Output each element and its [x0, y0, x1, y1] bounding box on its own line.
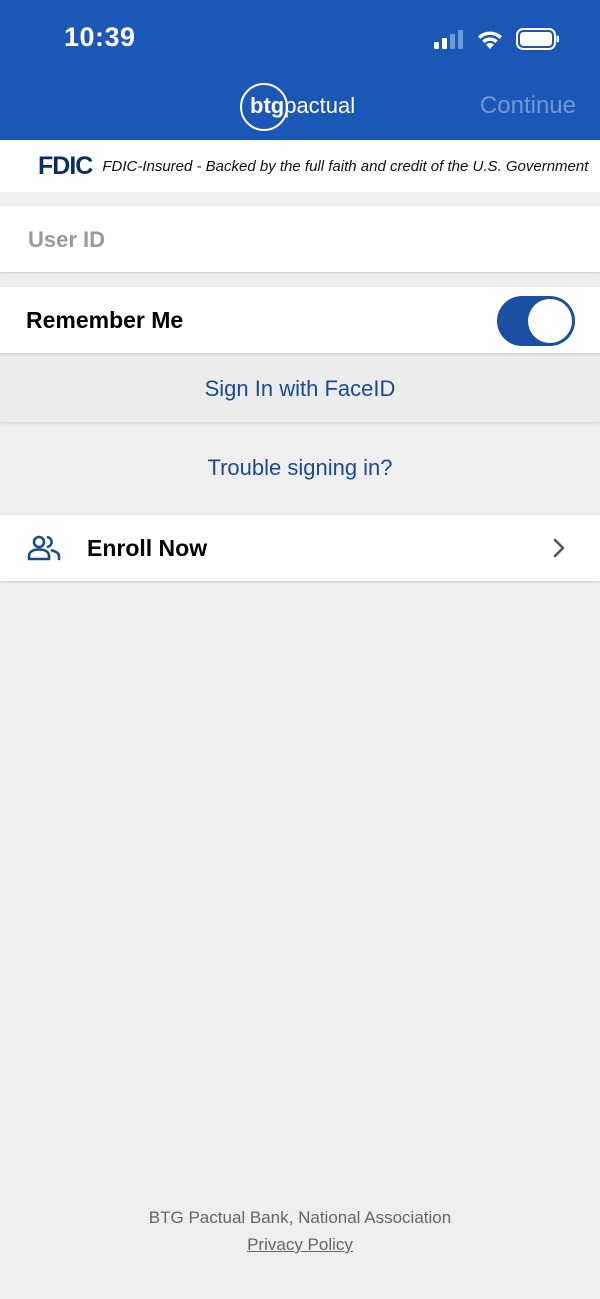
footer-privacy-wrapper: Privacy Policy	[0, 1235, 600, 1255]
fdic-text: FDIC-Insured - Backed by the full faith …	[102, 157, 589, 175]
status-icons	[434, 28, 560, 50]
remember-me-toggle[interactable]	[497, 296, 575, 346]
user-id-input[interactable]	[26, 206, 570, 274]
footer-bank-name: BTG Pactual Bank, National Association	[148, 1208, 452, 1227]
wifi-icon	[478, 31, 502, 49]
battery-icon	[516, 28, 559, 50]
trouble-signing-in-link[interactable]: Trouble signing in?	[0, 445, 600, 491]
people-icon	[27, 535, 61, 561]
remember-me-label: Remember Me	[26, 307, 184, 333]
continue-button[interactable]: Continue	[480, 92, 576, 120]
status-time: 10:39	[64, 22, 136, 52]
user-id-card	[0, 206, 600, 274]
enroll-now-row[interactable]: Enroll Now	[0, 515, 600, 581]
chevron-right-icon	[553, 538, 565, 558]
btg-pactual-logo: btgpactual	[240, 83, 355, 131]
logo-pactual-text: pactual	[284, 93, 356, 118]
toggle-knob	[528, 299, 572, 343]
fdic-logo: FDIC	[38, 151, 93, 180]
app-header: 10:39 btgpactual Continue	[0, 0, 600, 140]
faceid-signin-button[interactable]: Sign In with FaceID	[0, 355, 600, 423]
fdic-banner: FDIC FDIC-Insured - Backed by the full f…	[0, 140, 600, 192]
cellular-signal-icon	[434, 30, 463, 49]
logo-btg-text: btg	[250, 93, 285, 118]
privacy-policy-link[interactable]: Privacy Policy	[247, 1235, 353, 1254]
enroll-now-label: Enroll Now	[87, 535, 208, 561]
